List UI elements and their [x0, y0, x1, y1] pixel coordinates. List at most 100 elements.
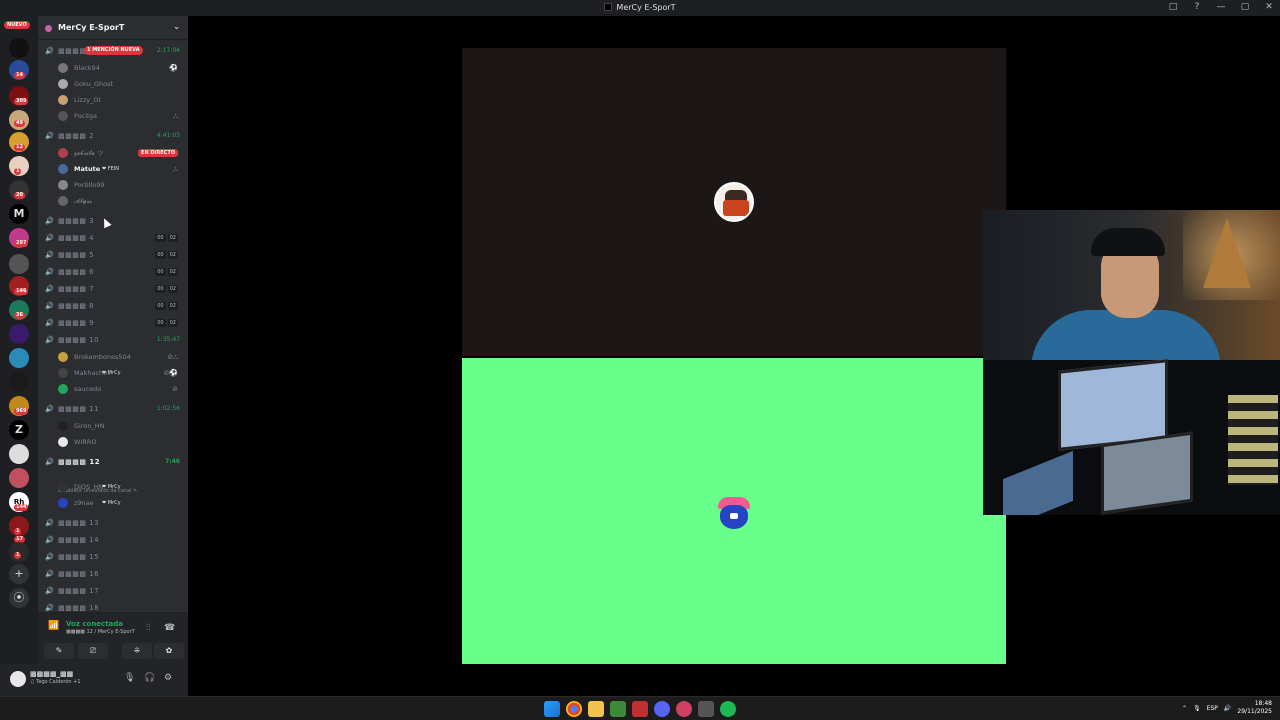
- voice-channel[interactable]: 🔊 ▩▩▩▩ 6 00 02: [38, 265, 188, 279]
- voice-channel[interactable]: 🔊 ▩▩▩▩ 14: [38, 533, 188, 547]
- avatar: [58, 111, 68, 121]
- activities-button[interactable]: ⁜: [122, 643, 152, 659]
- signal-icon: 📶: [48, 621, 60, 631]
- chrome-icon[interactable]: [566, 701, 582, 717]
- live-badge: EN DIRECTO: [138, 149, 178, 157]
- inbox-icon[interactable]: □: [1166, 2, 1180, 12]
- voice-channel[interactable]: 🔊 ▩▩▩▩ 4 00 02: [38, 231, 188, 245]
- speaker-icon: 🔊: [45, 458, 54, 466]
- voice-channel[interactable]: 🔊 ▩▩▩▩ 2 4:41:03: [38, 129, 188, 143]
- voice-user[interactable]: WIRRO: [58, 434, 188, 450]
- server-icon[interactable]: Z: [9, 420, 29, 440]
- voice-user[interactable]: saucedo ⊘: [58, 381, 188, 397]
- voice-channel[interactable]: 🔊 ▩▩▩▩ 13: [38, 516, 188, 530]
- server-icon[interactable]: [9, 254, 29, 274]
- server-header[interactable]: MerCy E-SporT ⌄: [38, 16, 188, 40]
- spotify-icon[interactable]: [720, 701, 736, 717]
- channel-name: ▩▩▩▩ 3: [58, 217, 95, 225]
- voice-channel[interactable]: 🔊 ▩▩▩▩ 17: [38, 584, 188, 598]
- user-limit: 02: [167, 302, 178, 310]
- avatar: [58, 384, 68, 394]
- server-icon[interactable]: [9, 372, 29, 392]
- help-icon[interactable]: ?: [1190, 2, 1204, 12]
- volume-icon[interactable]: 🔊: [1224, 705, 1231, 712]
- voice-channel[interactable]: 🔊 ▩▩▩▩ 15: [38, 550, 188, 564]
- speaker-icon: 🔊: [45, 47, 54, 55]
- app-icon: [604, 3, 613, 11]
- server-icon[interactable]: [9, 444, 29, 464]
- microphone-icon[interactable]: 🎙: [1193, 705, 1201, 712]
- app-icon[interactable]: [610, 701, 626, 717]
- screen-share-button[interactable]: ⎚: [78, 643, 108, 659]
- user-panel: ▩▩▩▩_▩▩ ♫ Tego Calderón +1 🎙 🎧 ⚙: [0, 664, 188, 696]
- voice-channel[interactable]: 🔊 ▩▩▩▩ 16: [38, 567, 188, 581]
- avatar: [58, 148, 68, 158]
- voice-user[interactable]: Makhachev ❤ MrCy ⊘⚽: [58, 365, 188, 381]
- discord-icon[interactable]: [654, 701, 670, 717]
- maximize-button[interactable]: ▢: [1238, 2, 1252, 12]
- server-badge: 969: [14, 408, 29, 415]
- voice-user[interactable]: 𝓐𝓵𝔂𝓼𝓼: [58, 193, 188, 209]
- voice-user[interactable]: Giron_HN: [58, 418, 188, 434]
- voice-user[interactable]: Lizzy_Gt: [58, 92, 188, 108]
- channel-name: ▩▩▩▩ 2: [58, 132, 95, 140]
- voice-channel[interactable]: 🔊 ▩▩▩▩ 10 1:35:47: [38, 333, 188, 347]
- voice-user[interactable]: Portillo99: [58, 177, 188, 193]
- game-icon: ⛬: [173, 165, 178, 173]
- app-icon[interactable]: [676, 701, 692, 717]
- minimize-button[interactable]: —: [1214, 2, 1228, 12]
- voice-channel[interactable]: 🔊 ▩▩▩▩ 9 00 02: [38, 316, 188, 330]
- voice-channel[interactable]: 🔊 ▩▩▩▩ 8 00 02: [38, 299, 188, 313]
- channel-name: ▩▩▩▩ 11: [58, 405, 100, 413]
- voice-channel[interactable]: 🔊 ▩▩▩▩ 5 00 02: [38, 248, 188, 262]
- server-icon[interactable]: [9, 324, 29, 344]
- chevron-down-icon[interactable]: ⌄: [173, 22, 180, 31]
- voice-user[interactable]: DIOS_HN ❤ MrCy: [58, 479, 188, 495]
- folder-icon[interactable]: [588, 701, 604, 717]
- speaker-icon: 🔊: [45, 587, 54, 595]
- video-button[interactable]: ✎: [44, 643, 74, 659]
- voice-channel-active[interactable]: 🔊 ▩▩▩▩ 12 7:46: [38, 455, 188, 469]
- speaker-icon: 🔊: [45, 234, 54, 242]
- discover-icon[interactable]: ⦿: [9, 588, 29, 608]
- voice-user[interactable]: Pocilga ⛬: [58, 108, 188, 124]
- clock[interactable]: 18:48 29/11/2025: [1237, 700, 1272, 716]
- channel-name: ▩▩▩▩ 14: [58, 536, 100, 544]
- disconnect-icon[interactable]: ☎: [164, 623, 175, 633]
- voice-user[interactable]: 𝔃𝓮𝓫𝓻𝓲𝓽𝓪 ツ EN DIRECTO: [58, 145, 188, 161]
- voice-user[interactable]: Brokembones504 ⊘⛬: [58, 349, 188, 365]
- add-server-icon[interactable]: +: [9, 564, 29, 584]
- app-icon[interactable]: [632, 701, 648, 717]
- voice-channel-link[interactable]: ▩▩▩▩ 12 / MerCy E-SporT: [66, 629, 135, 635]
- voice-user[interactable]: Goku_Ghost: [58, 76, 188, 92]
- participant-tile-speaking[interactable]: [462, 358, 1006, 664]
- language-indicator[interactable]: ESP: [1207, 705, 1218, 712]
- clock-time: 18:48: [1254, 700, 1272, 707]
- voice-user[interactable]: z9nae ❤ MrCy: [58, 495, 188, 511]
- server-icon[interactable]: M: [9, 204, 29, 224]
- activity-icon: ⚽: [169, 64, 178, 72]
- voice-channel[interactable]: 🔊 ▩▩▩▩ 3: [38, 214, 188, 228]
- avatar[interactable]: [10, 671, 26, 687]
- chevron-up-icon[interactable]: ⌃: [1182, 705, 1187, 712]
- server-icon[interactable]: [9, 348, 29, 368]
- app-icon[interactable]: [698, 701, 714, 717]
- voice-channel[interactable]: 🔊 ▩▩▩▩ 1 MENCIÓN NUEVA 2:17:04: [38, 44, 188, 58]
- settings-icon[interactable]: ⚙: [164, 673, 172, 683]
- voice-channel[interactable]: 🔊 ▩▩▩▩ 11 1:02:56: [38, 402, 188, 416]
- voice-channel[interactable]: 🔊 ▩▩▩▩ 7 00 02: [38, 282, 188, 296]
- start-icon[interactable]: [544, 701, 560, 717]
- noise-suppression-icon[interactable]: ⫶⫶: [146, 623, 151, 633]
- channel-sidebar: MerCy E-SporT ⌄ 🔊 ▩▩▩▩ 1 MENCIÓN NUEVA 2…: [38, 16, 188, 696]
- voice-user[interactable]: Black94 ⚽: [58, 60, 188, 76]
- voice-user[interactable]: Matute ❤ FEIN ⛬: [58, 161, 188, 177]
- user-tag: ❤ MrCy: [102, 484, 121, 490]
- headphones-icon[interactable]: 🎧: [144, 673, 155, 683]
- soundboard-button[interactable]: ✿: [154, 643, 184, 659]
- server-icon[interactable]: [9, 468, 29, 488]
- participant-tile[interactable]: [462, 48, 1006, 356]
- server-icon[interactable]: [9, 38, 29, 58]
- microphone-icon[interactable]: 🎙: [124, 673, 135, 683]
- speaker-icon: 🔊: [45, 336, 54, 344]
- close-button[interactable]: ✕: [1262, 2, 1276, 12]
